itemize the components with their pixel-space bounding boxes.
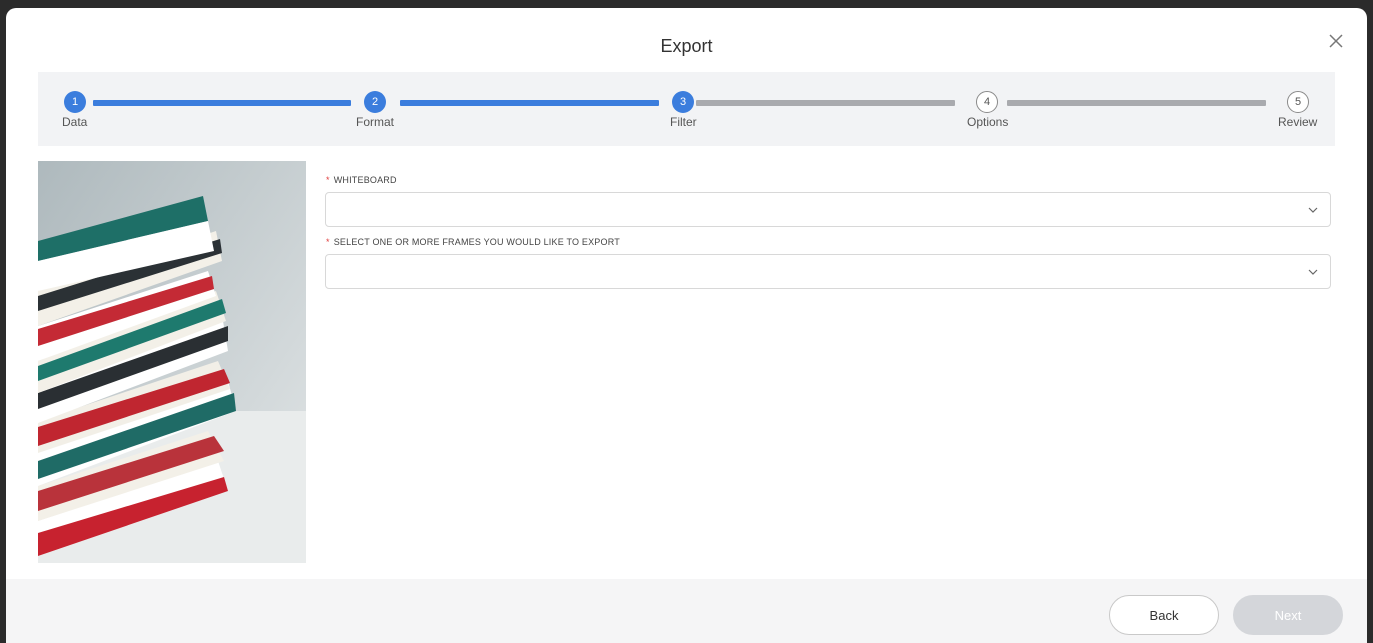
- step-1-indicator[interactable]: 1: [64, 91, 86, 113]
- step-connector: [93, 100, 351, 106]
- export-stepper: 1 Data 2 Format 3 Filter 4 Options 5 Rev…: [38, 72, 1335, 146]
- step-connector: [1007, 100, 1266, 106]
- step-3-indicator[interactable]: 3: [672, 91, 694, 113]
- step-1-label: Data: [62, 115, 88, 129]
- step-4-indicator: 4: [976, 91, 998, 113]
- whiteboard-label: * WHITEBOARD: [326, 175, 397, 185]
- chevron-down-icon: [1308, 269, 1318, 275]
- step-connector: [696, 100, 955, 106]
- close-icon[interactable]: [1325, 30, 1347, 52]
- frames-label: * SELECT ONE OR MORE FRAMES YOU WOULD LIK…: [326, 237, 620, 247]
- whiteboard-label-text: WHITEBOARD: [333, 175, 397, 185]
- step-2-indicator[interactable]: 2: [364, 91, 386, 113]
- export-dialog: Export 1 Data 2 Format 3 Filter 4 Option…: [6, 8, 1367, 643]
- step-5-label: Review: [1278, 115, 1318, 129]
- step-5-indicator: 5: [1287, 91, 1309, 113]
- dialog-title: Export: [660, 36, 713, 56]
- back-button[interactable]: Back: [1109, 595, 1219, 635]
- dialog-footer: Back Next: [6, 579, 1367, 643]
- next-button[interactable]: Next: [1233, 595, 1343, 635]
- required-indicator: *: [326, 237, 330, 247]
- step-4-label: Options: [967, 115, 1009, 129]
- required-indicator: *: [326, 175, 330, 185]
- step-2-label: Format: [356, 115, 395, 129]
- frames-select[interactable]: [325, 254, 1331, 289]
- books-stack-image: [38, 161, 306, 563]
- step-3-label: Filter: [670, 115, 697, 129]
- step-connector: [400, 100, 659, 106]
- whiteboard-select[interactable]: [325, 192, 1331, 227]
- chevron-down-icon: [1308, 207, 1318, 213]
- frames-label-text: SELECT ONE OR MORE FRAMES YOU WOULD LIKE…: [333, 237, 620, 247]
